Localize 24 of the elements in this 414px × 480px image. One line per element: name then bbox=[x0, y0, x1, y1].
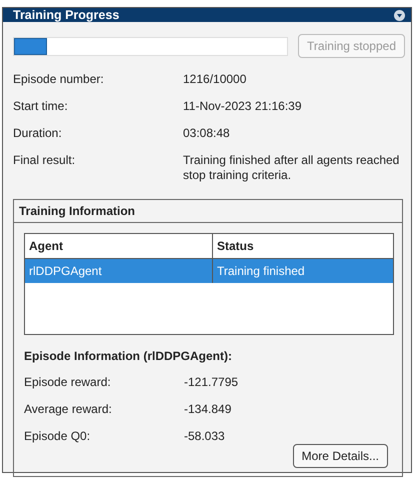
table-cell-text: Training finished bbox=[216, 263, 306, 280]
table-cell: rlDDPGAgent bbox=[25, 259, 213, 283]
section-title: Episode Information (rlDDPGAgent): bbox=[24, 349, 233, 363]
field-value: 1216/10000 bbox=[183, 72, 248, 87]
field-label: Episode number: bbox=[13, 72, 105, 87]
column-header: Status bbox=[216, 238, 255, 255]
field-value: 03:08:48 bbox=[183, 126, 231, 141]
field-label: Start time: bbox=[13, 99, 69, 114]
field-value: -58.033 bbox=[184, 429, 226, 444]
field-value: Training finished after all agents reached stop training criteria. bbox=[183, 153, 400, 183]
field-label: Final result: bbox=[13, 153, 76, 169]
window-title: Training Progress bbox=[13, 8, 120, 22]
field-label: Average reward: bbox=[24, 402, 113, 417]
field-label: Episode Q0: bbox=[24, 429, 92, 444]
field-value: -134.849 bbox=[184, 402, 232, 417]
field-value: -121.7795 bbox=[184, 375, 240, 390]
more-details-button[interactable]: More Details... bbox=[292, 444, 388, 468]
field-value: 11-Nov-2023 21:16:39 bbox=[183, 99, 303, 114]
field-label: Duration: bbox=[13, 126, 63, 141]
collapse-icon[interactable] bbox=[394, 10, 405, 20]
table-row[interactable]: rlDDPGAgent Training finished bbox=[25, 259, 393, 283]
column-header: Agent bbox=[25, 234, 213, 258]
panel-title: Training Information bbox=[14, 200, 402, 223]
field-label: Episode reward: bbox=[24, 375, 112, 390]
